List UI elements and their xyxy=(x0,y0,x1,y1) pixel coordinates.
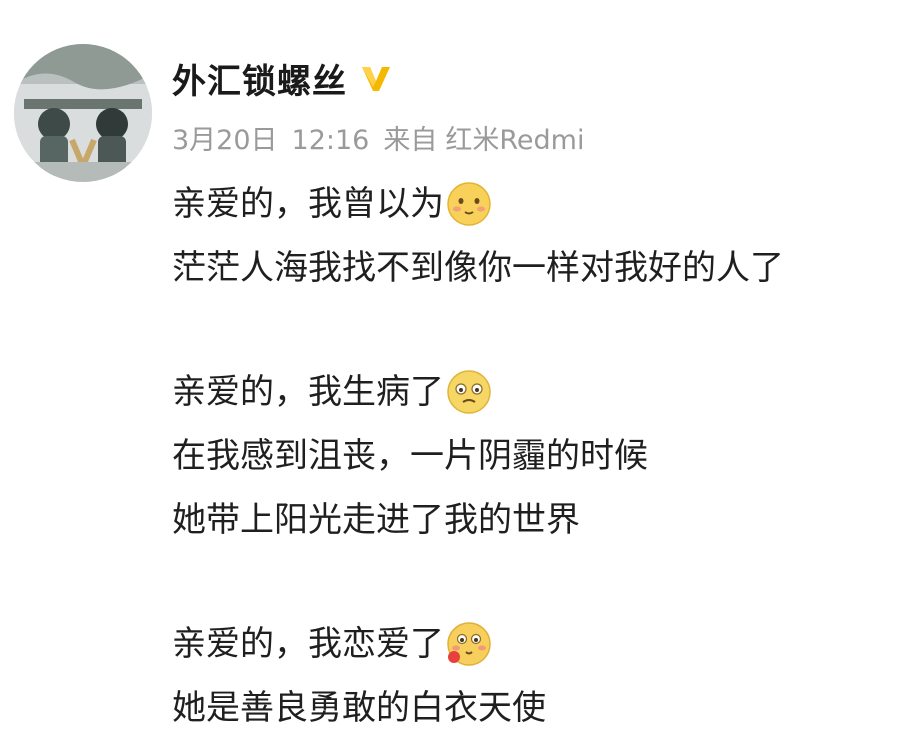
content-line-text: 在我感到沮丧，一片阴霾的时候 xyxy=(172,436,648,476)
content-line: 茫茫人海我找不到像你一样对我好的人了 xyxy=(172,236,887,300)
content-line: 亲爱的，我生病了 xyxy=(172,360,887,424)
content-line-text: 亲爱的，我曾以为 xyxy=(172,184,444,224)
post-content: 亲爱的，我曾以为 茫茫人海我找不到像你一样对我好的人了 亲爱的，我生病了 在我感… xyxy=(172,172,887,740)
verified-v-icon xyxy=(362,67,390,91)
sick-emoji-icon xyxy=(447,370,491,414)
author-row: 外汇锁螺丝 xyxy=(172,54,393,103)
post-date[interactable]: 3月20日 xyxy=(172,125,278,156)
weibo-post: 外汇锁螺丝 3月20日 12:16 来自 红米Redmi 亲爱的，我曾以为 茫茫人海我… xyxy=(0,0,901,728)
author-name[interactable]: 外汇锁螺丝 xyxy=(172,54,347,103)
avatar[interactable] xyxy=(14,44,152,182)
content-line-text: 茫茫人海我找不到像你一样对我好的人了 xyxy=(172,248,784,288)
content-line: 亲爱的，我恋爱了 xyxy=(172,612,887,676)
content-line: 在我感到沮丧，一片阴霾的时候 xyxy=(172,424,887,488)
smile-emoji-icon xyxy=(447,182,491,226)
avatar-photo xyxy=(14,44,152,182)
post-time[interactable]: 12:16 xyxy=(292,125,370,156)
content-line-text: 她是善良勇敢的白衣天使 xyxy=(172,688,546,728)
content-line-text: 亲爱的，我恋爱了 xyxy=(172,624,444,664)
content-line-text: 她带上阳光走进了我的世界 xyxy=(172,500,580,540)
content-line-text: 亲爱的，我生病了 xyxy=(172,372,444,412)
post-meta: 3月20日 12:16 来自 红米Redmi xyxy=(172,118,584,157)
content-line: 亲爱的，我曾以为 xyxy=(172,172,887,236)
source-prefix: 来自 xyxy=(383,125,438,156)
love-emoji-icon xyxy=(447,622,491,666)
content-line: 她是善良勇敢的白衣天使 xyxy=(172,676,887,740)
content-line: 她带上阳光走进了我的世界 xyxy=(172,488,887,552)
source-app[interactable]: 红米Redmi xyxy=(445,125,584,156)
